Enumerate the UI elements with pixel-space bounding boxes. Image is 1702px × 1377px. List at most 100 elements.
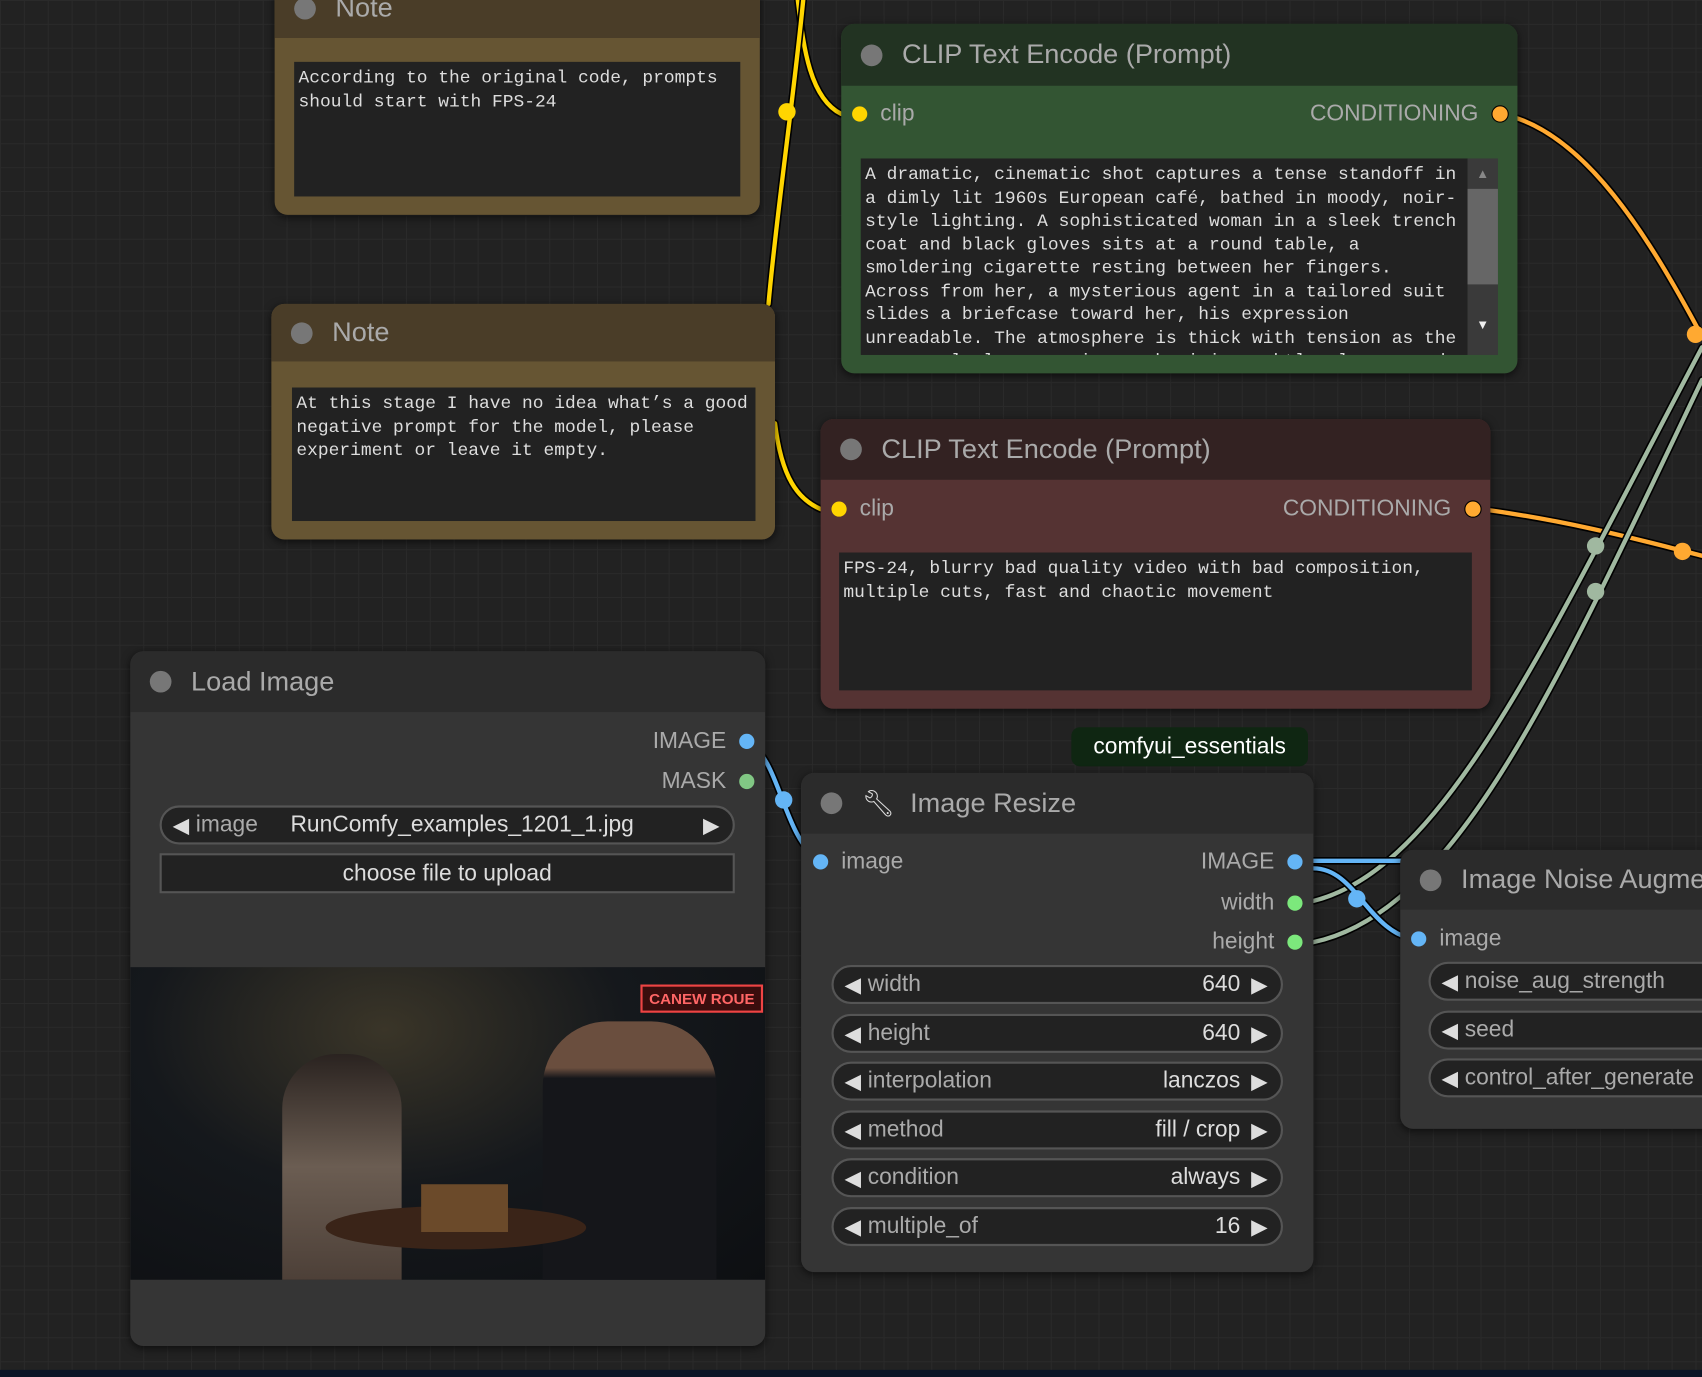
output-image[interactable]: IMAGE bbox=[1201, 849, 1303, 875]
arrow-right-icon[interactable]: ▶ bbox=[1251, 1213, 1268, 1240]
image-noise-augmentation-node[interactable]: Image Noise Augme image ◀ noise_aug_stren… bbox=[1400, 849, 1702, 1129]
widget-label: multiple_of bbox=[867, 1213, 978, 1239]
collapse-dot[interactable] bbox=[860, 43, 883, 66]
node-title: Note bbox=[332, 316, 390, 348]
scroll-thumb[interactable] bbox=[1467, 188, 1498, 285]
arrow-right-icon[interactable]: ▶ bbox=[1251, 1164, 1268, 1191]
choose-file-button[interactable]: choose file to upload bbox=[159, 853, 735, 894]
node-title: CLIP Text Encode (Prompt) bbox=[902, 39, 1232, 70]
scroll-down-icon[interactable]: ▼ bbox=[1468, 317, 1498, 332]
node-source-badge: comfyui_essentials bbox=[1071, 727, 1308, 767]
arrow-left-icon[interactable]: ◀ bbox=[1441, 1017, 1458, 1044]
widget-method[interactable]: ◀ method fill / crop ▶ bbox=[831, 1110, 1284, 1150]
note-textarea[interactable]: At this stage I have no idea what’s a go… bbox=[291, 387, 756, 522]
slot-label: height bbox=[1212, 929, 1275, 955]
load-image-node[interactable]: Load Image IMAGE MASK ◀ image RunComfy_e… bbox=[130, 651, 766, 1346]
slot-label: image bbox=[841, 848, 904, 874]
note-textarea[interactable]: According to the original code, prompts … bbox=[294, 61, 741, 197]
input-clip[interactable]: clip bbox=[831, 496, 894, 522]
slot-label: IMAGE bbox=[652, 728, 727, 754]
widget-label: seed bbox=[1464, 1017, 1515, 1043]
widget-label: height bbox=[867, 1020, 930, 1046]
arrow-left-icon[interactable]: ◀ bbox=[173, 811, 190, 838]
node-title: Note bbox=[335, 0, 393, 23]
textarea-scrollbar[interactable]: ▲ ▼ bbox=[1467, 158, 1498, 355]
arrow-left-icon[interactable]: ◀ bbox=[844, 1116, 861, 1143]
widget-control-after-generate[interactable]: ◀ control_after_generate bbox=[1428, 1058, 1702, 1098]
slot-label: CONDITIONING bbox=[1309, 100, 1479, 126]
reroute-dot bbox=[1586, 582, 1605, 601]
arrow-right-icon[interactable]: ▶ bbox=[703, 811, 720, 838]
output-conditioning[interactable]: CONDITIONING bbox=[1310, 101, 1509, 127]
slot-label: width bbox=[1221, 890, 1275, 916]
arrow-left-icon[interactable]: ◀ bbox=[1441, 968, 1458, 995]
reroute-dot bbox=[1673, 542, 1692, 561]
arrow-left-icon[interactable]: ◀ bbox=[1441, 1064, 1458, 1091]
arrow-right-icon[interactable]: ▶ bbox=[1251, 1068, 1268, 1095]
image-resize-node[interactable]: 🔧︎ Image Resize image IMAGE width height … bbox=[801, 772, 1314, 1273]
widget-label: noise_aug_strength bbox=[1464, 968, 1665, 994]
arrow-left-icon[interactable]: ◀ bbox=[844, 1020, 861, 1047]
output-conditioning[interactable]: CONDITIONING bbox=[1283, 496, 1482, 522]
input-image[interactable]: image bbox=[1411, 926, 1501, 952]
collapse-dot[interactable] bbox=[149, 670, 172, 693]
slot-label: clip bbox=[880, 100, 915, 126]
widget-multiple-of[interactable]: ◀ multiple_of 16 ▶ bbox=[831, 1207, 1284, 1247]
node-title: Image Noise Augme bbox=[1461, 864, 1702, 895]
clip-text-encode-positive[interactable]: CLIP Text Encode (Prompt) clip CONDITION… bbox=[841, 23, 1518, 374]
prompt-textarea[interactable]: FPS-24, blurry bad quality video with ba… bbox=[839, 552, 1472, 691]
widget-label: image bbox=[195, 811, 258, 837]
note-node-1[interactable]: Note According to the original code, pro… bbox=[274, 0, 760, 215]
neon-sign: CANEW ROUE bbox=[640, 984, 764, 1013]
widget-noise-aug-strength[interactable]: ◀ noise_aug_strength bbox=[1428, 961, 1702, 1001]
widget-value: 640 bbox=[1202, 1020, 1241, 1046]
wire-clip-upper bbox=[766, 0, 806, 307]
input-clip[interactable]: clip bbox=[852, 100, 915, 127]
arrow-left-icon[interactable]: ◀ bbox=[844, 1068, 861, 1095]
widget-label: condition bbox=[867, 1164, 959, 1190]
widget-interpolation[interactable]: ◀ interpolation lanczos ▶ bbox=[831, 1061, 1284, 1101]
output-height[interactable]: height bbox=[1212, 929, 1303, 955]
node-graph-canvas[interactable]: Note According to the original code, pro… bbox=[0, 0, 1702, 1377]
reroute-dot bbox=[778, 103, 796, 121]
woman-figure bbox=[282, 1053, 402, 1280]
slot-label: IMAGE bbox=[1200, 848, 1275, 874]
slot-label: MASK bbox=[661, 768, 727, 794]
widget-value: RunComfy_examples_1201_1.jpg bbox=[290, 811, 634, 837]
output-image[interactable]: IMAGE bbox=[653, 728, 755, 754]
collapse-dot[interactable] bbox=[820, 792, 843, 815]
reroute-dot bbox=[1686, 325, 1702, 344]
prompt-textarea[interactable]: A dramatic, cinematic shot captures a te… bbox=[860, 158, 1468, 355]
collapse-dot[interactable] bbox=[840, 438, 862, 461]
widget-seed[interactable]: ◀ seed bbox=[1428, 1010, 1702, 1050]
arrow-left-icon[interactable]: ◀ bbox=[844, 1164, 861, 1191]
arrow-right-icon[interactable]: ▶ bbox=[1251, 971, 1268, 998]
reroute-dot bbox=[1586, 537, 1605, 555]
input-image[interactable]: image bbox=[813, 849, 903, 875]
reroute-dot bbox=[1348, 890, 1366, 908]
scroll-up-icon[interactable]: ▲ bbox=[1468, 158, 1498, 188]
widget-condition[interactable]: ◀ condition always ▶ bbox=[831, 1158, 1284, 1198]
bottom-bar bbox=[0, 1369, 1702, 1377]
widget-height[interactable]: ◀ height 640 ▶ bbox=[831, 1013, 1284, 1053]
note-node-2[interactable]: Note At this stage I have no idea what’s… bbox=[271, 303, 776, 540]
arrow-right-icon[interactable]: ▶ bbox=[1251, 1116, 1268, 1143]
widget-width[interactable]: ◀ width 640 ▶ bbox=[831, 964, 1284, 1005]
arrow-right-icon[interactable]: ▶ bbox=[1251, 1020, 1268, 1047]
output-width[interactable]: width bbox=[1221, 890, 1303, 916]
widget-label: interpolation bbox=[867, 1068, 992, 1094]
widget-value: lanczos bbox=[1162, 1068, 1241, 1094]
collapse-dot[interactable] bbox=[290, 321, 313, 344]
widget-value: 16 bbox=[1214, 1213, 1241, 1239]
arrow-left-icon[interactable]: ◀ bbox=[844, 1213, 861, 1240]
node-title: CLIP Text Encode (Prompt) bbox=[881, 433, 1211, 465]
clip-text-encode-negative[interactable]: CLIP Text Encode (Prompt) clip CONDITION… bbox=[820, 418, 1491, 709]
slot-label: image bbox=[1439, 925, 1502, 951]
image-combo[interactable]: ◀ image RunComfy_examples_1201_1.jpg ▶ bbox=[159, 805, 735, 845]
arrow-left-icon[interactable]: ◀ bbox=[844, 971, 861, 998]
collapse-dot[interactable] bbox=[1419, 868, 1442, 891]
collapse-dot[interactable] bbox=[294, 0, 316, 19]
output-mask[interactable]: MASK bbox=[662, 769, 755, 795]
wire-conditioning-positive bbox=[1499, 111, 1702, 339]
widget-label: width bbox=[867, 971, 921, 997]
